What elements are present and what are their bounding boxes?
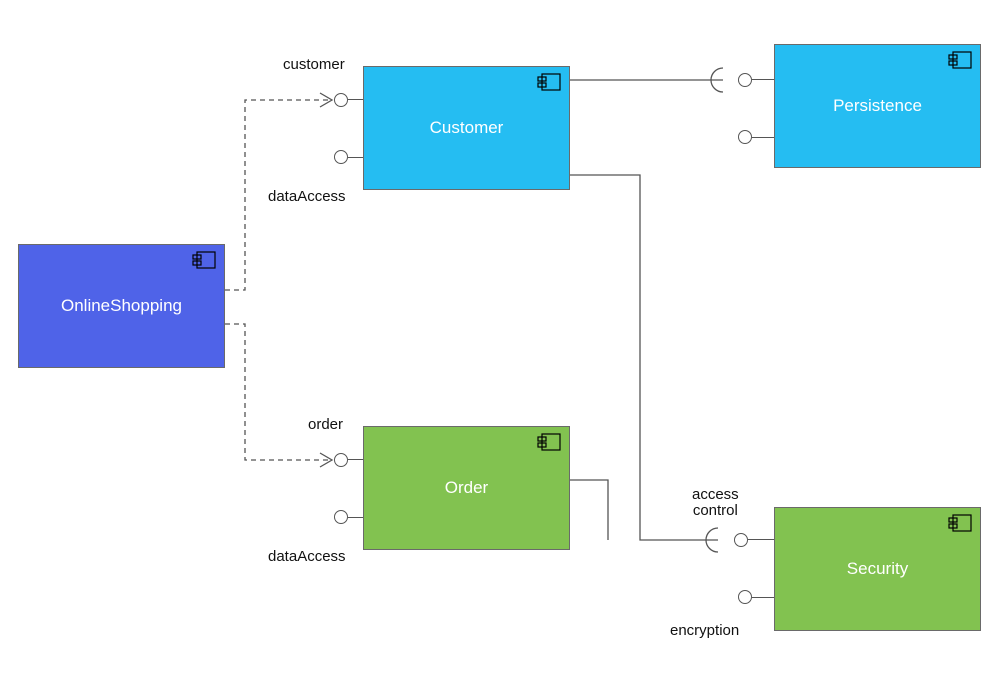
interface-stick-dataaccess-customer: [348, 157, 363, 158]
interface-stick-customer: [348, 99, 363, 100]
provided-interface-persistence-upper[interactable]: [738, 73, 752, 87]
interface-stick-dataaccess-order: [348, 517, 363, 518]
provided-interface-access-control[interactable]: [734, 533, 748, 547]
arrowhead-customer: [320, 93, 332, 107]
component-customer[interactable]: Customer: [363, 66, 570, 190]
interface-label-dataaccess-customer: dataAccess: [268, 188, 346, 205]
provided-interface-persistence-lower[interactable]: [738, 130, 752, 144]
uml-component-diagram: OnlineShopping Customer Order Persistenc…: [0, 0, 1000, 675]
interface-label-dataaccess-order: dataAccess: [268, 548, 346, 565]
interface-stick-persistence-lower: [752, 137, 774, 138]
component-label: Order: [445, 478, 488, 498]
component-persistence[interactable]: Persistence: [774, 44, 981, 168]
required-socket-access-control: [706, 528, 718, 552]
component-online-shopping[interactable]: OnlineShopping: [18, 244, 225, 368]
component-icon: [192, 251, 216, 269]
component-icon: [948, 51, 972, 69]
dependency-onlineshopping-order: [225, 324, 330, 460]
interface-label-encryption: encryption: [670, 622, 739, 639]
provided-interface-customer[interactable]: [334, 93, 348, 107]
provided-interface-dataaccess-order[interactable]: [334, 510, 348, 524]
component-order[interactable]: Order: [363, 426, 570, 550]
component-label: Security: [847, 559, 908, 579]
provided-interface-encryption[interactable]: [738, 590, 752, 604]
component-icon: [537, 73, 561, 91]
component-icon: [537, 433, 561, 451]
provided-interface-dataaccess-customer[interactable]: [334, 150, 348, 164]
interface-stick-order: [348, 459, 363, 460]
arrowhead-order: [320, 453, 332, 467]
interface-stick-encryption: [752, 597, 774, 598]
component-label: OnlineShopping: [61, 296, 182, 316]
interface-stick-access-control: [748, 539, 774, 540]
interface-label-order: order: [308, 416, 343, 433]
component-security[interactable]: Security: [774, 507, 981, 631]
interface-label-customer: customer: [283, 56, 345, 73]
interface-stick-persistence-upper: [752, 79, 774, 80]
component-label: Persistence: [833, 96, 922, 116]
component-icon: [948, 514, 972, 532]
component-label: Customer: [430, 118, 504, 138]
provided-interface-order[interactable]: [334, 453, 348, 467]
required-socket-persistence-top: [711, 68, 723, 92]
interface-label-access-control: access control: [692, 487, 739, 519]
connector-order-access-control: [570, 480, 608, 540]
